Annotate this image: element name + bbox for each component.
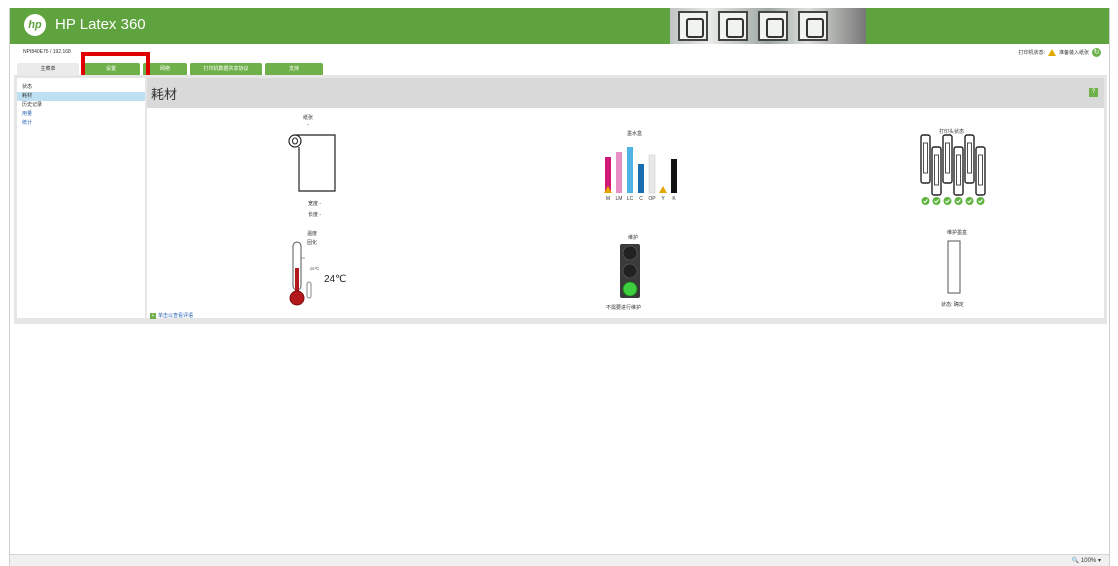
ink-bar-op: [648, 154, 656, 194]
tab-data-sharing[interactable]: 打印机数据共享协议: [190, 63, 262, 75]
paper-width: 宽度 -: [308, 201, 322, 207]
ink-label-lc: LC: [627, 196, 634, 202]
content-area: 状态 耗材 历史记录 用量 统计 耗材 ? 纸张 - 宽度 - 长度 - 墨水盒…: [14, 75, 1107, 324]
cartridge-title: 维护墨盒: [947, 230, 968, 236]
printer-status: 打印机状态: 准备装入纸张 ↻: [1019, 48, 1101, 57]
sidebar-item-status[interactable]: 状态: [17, 83, 145, 92]
check-icon: [965, 197, 974, 205]
banner-graphic-4: [798, 11, 828, 41]
printhead-slot: [923, 142, 928, 174]
app-title: HP Latex 360: [55, 16, 146, 33]
printhead-slot: [945, 142, 950, 174]
ink-label-k: K: [672, 196, 676, 202]
zoom-icon: 🔍: [1071, 558, 1080, 564]
paper-length: 长度 -: [308, 212, 322, 218]
banner-graphic-3: [758, 11, 788, 41]
sidebar-item-usage[interactable]: 用量: [17, 110, 145, 119]
feedback-link-label[interactable]: 单击以查看评语: [158, 312, 193, 319]
temperature-title: 温度: [307, 231, 318, 237]
maintenance-cartridge-icon: [947, 240, 961, 294]
browser-status-bar: 🔍 100% ▾: [10, 554, 1109, 566]
printhead-slot: [978, 154, 983, 186]
ink-bar-k: [671, 159, 677, 193]
thermometer-icon: [289, 241, 312, 306]
refresh-icon[interactable]: ↻: [1092, 48, 1101, 57]
ink-label-c: C: [639, 196, 643, 202]
printer-banner-image: [670, 8, 866, 44]
check-icon: [932, 197, 941, 205]
tab-main-menu[interactable]: 主菜单: [17, 63, 79, 75]
ink-label-y: Y: [661, 196, 665, 202]
device-identifier: NPI840E75 / 192.168: [23, 49, 71, 55]
check-icon: [921, 197, 930, 205]
ink-label-op: OP: [648, 196, 656, 202]
ink-title: 墨水盒: [627, 131, 643, 137]
banner-graphic-2: [718, 11, 748, 41]
main-panel: 耗材 ? 纸张 - 宽度 - 长度 - 墨水盒 M LM LC C OP Y K 打印头状态…: [147, 78, 1104, 319]
feedback-link[interactable]: + 单击以查看评语: [150, 312, 193, 319]
check-icon: [976, 197, 985, 205]
traffic-light-icon: [620, 244, 640, 298]
check-icon: [943, 197, 952, 205]
ink-bar-lm: [616, 152, 622, 193]
ink-warning-icon: [659, 186, 667, 193]
sidebar-item-supplies[interactable]: 耗材: [17, 92, 145, 101]
chevron-down-icon[interactable]: ▾: [1098, 558, 1101, 564]
sidebar: 状态 耗材 历史记录 用量 统计: [17, 78, 145, 318]
page-title: 耗材: [151, 87, 178, 102]
ink-bar-c: [638, 164, 644, 193]
zoom-level[interactable]: 100%: [1081, 558, 1096, 564]
maintenance-title: 维护: [628, 235, 639, 241]
ink-levels-chart: M LM LC C OP Y K: [604, 147, 677, 202]
page-title-bar: 耗材 ?: [147, 78, 1104, 108]
ink-label-lm: LM: [616, 196, 623, 202]
ink-bar-lc: [627, 147, 633, 193]
paper-title: 纸张: [303, 115, 314, 121]
printer-status-value: 准备装入纸张: [1058, 50, 1089, 56]
app-header: hp HP Latex 360: [10, 8, 1109, 44]
printhead-slot: [956, 154, 961, 186]
main-tabs: 主菜单 设置 网络 打印机数据共享协议 支持: [17, 63, 323, 75]
banner-graphic-1: [678, 11, 708, 41]
printheads-graphic: [920, 134, 986, 205]
printhead-slot: [934, 154, 939, 186]
maintenance-status: 不需要进行维护: [606, 305, 642, 311]
paper-roll-icon: [288, 134, 336, 192]
zoom-control[interactable]: 🔍 100% ▾: [1072, 557, 1101, 564]
help-icon[interactable]: ?: [1089, 88, 1098, 97]
ink-label-m: M: [606, 196, 610, 202]
check-icon: [954, 197, 963, 205]
tab-support[interactable]: 支持: [265, 63, 323, 75]
printhead-slot: [967, 142, 972, 174]
expand-icon: +: [150, 312, 156, 319]
browser-page: hp HP Latex 360 NPI840E75 / 192.168 打印机状…: [9, 8, 1110, 566]
sidebar-item-statistics[interactable]: 统计: [17, 119, 145, 128]
temperature-value: 24℃: [324, 274, 347, 285]
cartridge-status: 状态: 确定: [941, 302, 964, 308]
temperature-max: 25℃: [310, 266, 319, 271]
paper-value: -: [307, 122, 309, 128]
warning-icon: [1047, 49, 1056, 56]
printer-status-label: 打印机状态:: [1018, 50, 1045, 56]
hp-logo-icon: hp: [24, 14, 46, 36]
sidebar-item-history[interactable]: 历史记录: [17, 101, 145, 110]
